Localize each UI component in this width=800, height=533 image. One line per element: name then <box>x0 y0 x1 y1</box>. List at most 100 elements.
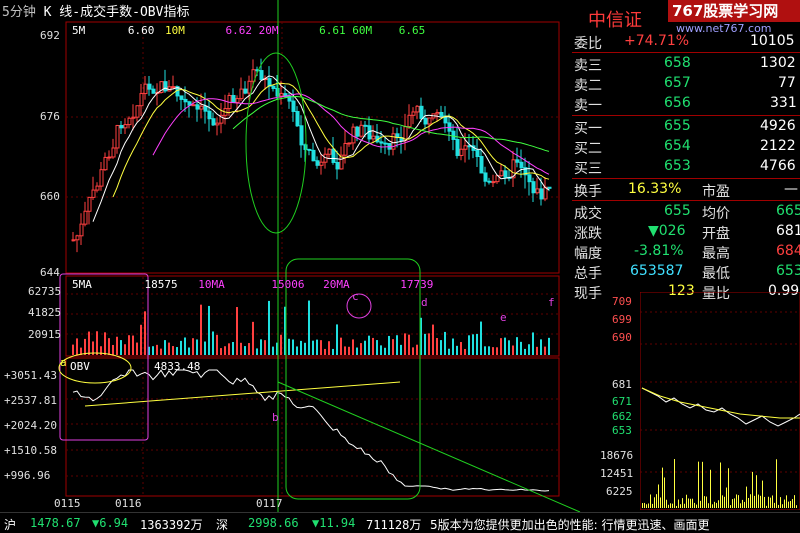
volume-bar <box>140 324 142 355</box>
mini-volume-bar <box>740 503 741 508</box>
period-label[interactable]: 5分钟 <box>2 5 36 20</box>
mini-volume-bar <box>668 504 669 508</box>
mini-volume-bar <box>694 502 695 508</box>
candle-body <box>131 116 136 119</box>
mini-volume-bar <box>772 495 773 508</box>
volume-bar <box>492 347 494 355</box>
annotation-d: d <box>421 296 428 309</box>
candle-body <box>527 174 532 183</box>
volume-bar <box>368 335 370 355</box>
news-ticker[interactable]: 5版本为您提供更加出色的性能: 行情更迅速、画面更 <box>430 516 710 533</box>
mini-volume-bar <box>776 459 777 508</box>
candle-body <box>111 147 116 158</box>
mini-volume-bar <box>686 494 687 508</box>
candle-body <box>127 117 132 126</box>
candle-body <box>535 188 540 194</box>
volume-bar <box>464 348 466 355</box>
mini-vol-tick-3: 6225 <box>606 485 633 498</box>
volume-bar <box>136 342 138 355</box>
volume-bar <box>116 336 118 355</box>
volume-bar <box>304 342 306 355</box>
volume-bar <box>208 305 210 355</box>
mini-volume-bar <box>662 467 663 508</box>
candle-body <box>499 170 504 177</box>
ma10-label: 10M <box>165 24 185 37</box>
vol-tick-1: 62735 <box>28 285 62 298</box>
candle-body <box>207 110 212 120</box>
annotation-b: b <box>272 411 279 424</box>
mini-volume-bar <box>716 502 717 508</box>
candle-body <box>407 114 412 128</box>
volume-bar <box>168 342 170 355</box>
vol-ma10-value: 15006 <box>271 278 305 291</box>
obv-support-line <box>84 381 401 407</box>
divider <box>572 115 800 116</box>
mini-volume-bar <box>710 469 711 508</box>
ma60-value: 6.65 <box>398 24 426 37</box>
volume-bar <box>448 348 450 355</box>
volume-bar <box>488 346 490 355</box>
chart-title: 5分钟 K 线-成交手数-OBV指标 <box>2 1 189 20</box>
mini-volume-bar <box>752 471 753 508</box>
candle-body <box>531 181 536 194</box>
candle-body <box>195 104 200 110</box>
volume-bar <box>472 334 474 355</box>
candle-body <box>143 83 148 95</box>
quote-row-sell3: 卖三 658 1302 <box>574 55 796 74</box>
mini-volume-bar <box>794 495 795 508</box>
price-tick-1: 692 <box>40 29 60 42</box>
candle-body <box>147 83 152 90</box>
mini-price-tick-4: 681 <box>612 378 632 391</box>
quote-row-sell2: 卖二 657 77 <box>574 75 796 94</box>
volume-bar <box>320 340 322 355</box>
volume-bar <box>72 344 74 355</box>
candle-body <box>163 81 168 92</box>
vol-ma20-value: 17739 <box>400 278 434 291</box>
volume-bar <box>164 340 166 355</box>
volume-bar <box>496 347 498 355</box>
candle-body <box>183 98 188 103</box>
candle-body <box>519 161 524 169</box>
mini-price-tick-3: 690 <box>612 331 632 344</box>
volume-bar <box>528 344 530 355</box>
mini-volume-bar <box>736 494 737 508</box>
candle-body <box>279 93 284 97</box>
volume-bar <box>296 346 298 355</box>
ma5-label: 5M <box>72 24 86 37</box>
mini-price-tick-6: 662 <box>612 410 632 423</box>
indicator-title: K 线-成交手数-OBV指标 <box>43 5 190 20</box>
volume-bar <box>360 343 362 355</box>
candle-body <box>307 148 312 151</box>
volume-bar <box>500 338 502 355</box>
volume-bar <box>176 347 178 355</box>
candle-body <box>311 149 316 162</box>
mini-volume-bar <box>652 503 653 508</box>
volume-bar <box>520 341 522 355</box>
candle-body <box>327 148 332 155</box>
volume-bar <box>364 340 366 355</box>
volume-bar <box>248 343 250 355</box>
mini-volume-bar <box>744 501 745 508</box>
candle-body <box>103 156 108 171</box>
candle-body <box>151 88 156 94</box>
candle-body <box>271 85 276 89</box>
candle-body <box>87 196 92 212</box>
stat-row-change: 涨跌 ▼026 开盘 681 <box>574 223 800 242</box>
mini-volume-bar <box>756 475 757 508</box>
volume-bar <box>460 342 462 355</box>
volume-bar <box>184 337 186 355</box>
volume-bar <box>264 340 266 355</box>
mini-volume-bar <box>682 498 683 508</box>
annotation-rect-left <box>59 273 149 441</box>
mini-volume-bar <box>698 461 699 508</box>
volume-bar <box>120 340 122 355</box>
volume-bar <box>344 346 346 355</box>
candle-body <box>479 156 484 174</box>
volume-bar <box>404 333 406 355</box>
volume-bar <box>512 345 514 355</box>
vol-ma20-label: 20MA <box>323 278 350 291</box>
mini-volume-bar <box>760 495 761 508</box>
candle-body <box>419 105 424 119</box>
mini-volume-bar <box>690 498 691 508</box>
mini-vol-tick-2: 12451 <box>600 467 634 480</box>
